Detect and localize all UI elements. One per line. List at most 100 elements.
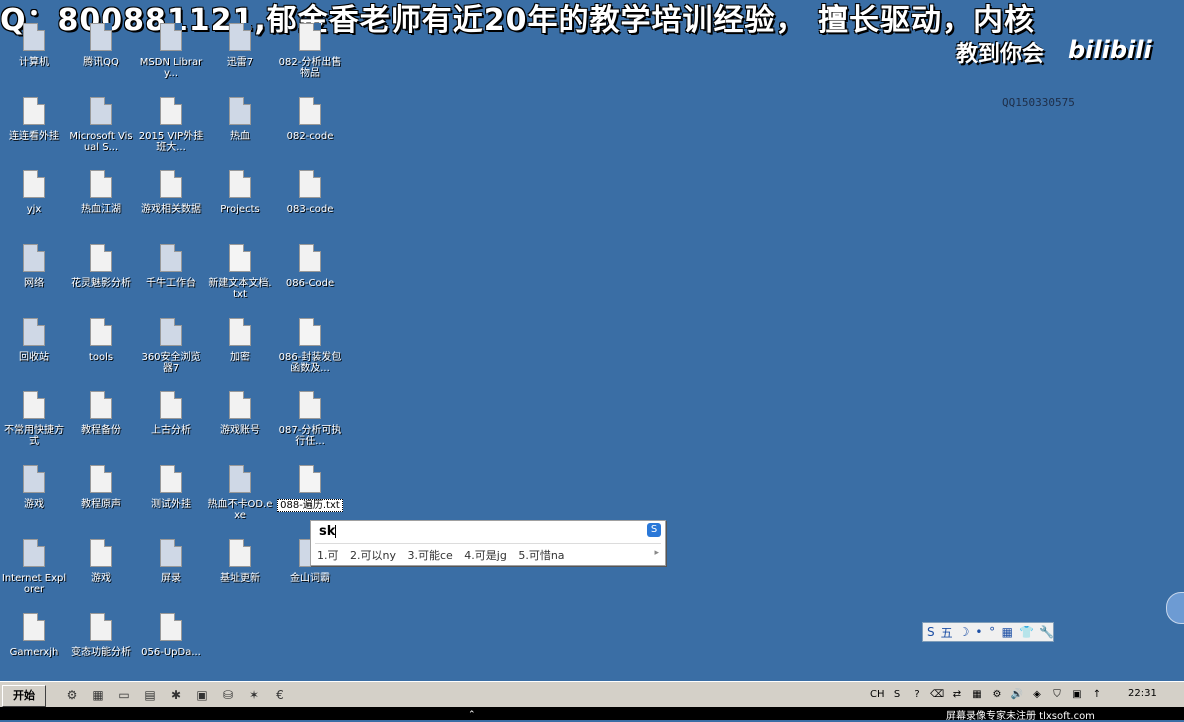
desktop-icon[interactable]: 游戏账号 [207,388,273,436]
desktop-icon-label: 086-封装发包函数及... [278,352,342,374]
desktop-icon[interactable]: 游戏 [1,462,67,510]
tray-icon[interactable]: S [890,688,904,702]
desktop-icon-label: 游戏 [91,573,111,584]
desktop-icon[interactable]: Gamerxjh [1,610,67,658]
desktop-icon[interactable]: 热血江湖 [68,167,134,215]
ime-status-item[interactable]: 👕 [1019,625,1034,639]
ime-status-item[interactable]: 五 [941,624,953,641]
folder-icon [86,465,116,497]
desktop-icon[interactable]: 082-code [277,94,343,142]
ime-candidate[interactable]: 5.可惜na [518,549,564,562]
ime-candidate[interactable]: 4.可是jg [464,549,507,562]
ime-status-item[interactable]: ° [989,625,996,639]
desktop-icon[interactable]: 连连看外挂 [1,94,67,142]
ime-status-bar[interactable]: S 五 ☽ • ° ▦ 👕 🔧 [922,622,1054,642]
folder-icon [156,170,186,202]
desktop-icon-label: 教程原声 [81,499,121,510]
folder-icon [86,613,116,645]
desktop-icon[interactable]: 基址更新 [207,536,273,584]
desktop-icon[interactable]: 不常用快捷方式 [1,388,67,447]
tray-icon[interactable]: ◈ [1030,688,1044,702]
tray-icon[interactable]: ⚙ [990,688,1004,702]
desktop-icon[interactable]: 360安全浏览器7 [138,315,204,374]
computer-icon [19,23,49,55]
desktop-icon[interactable]: 086-封装发包函数及... [277,315,343,374]
desktop-icon[interactable]: 082-分析出售物品 [277,20,343,79]
desktop-icon[interactable]: 花灵魅影分析 [68,241,134,289]
ime-status-item[interactable]: 🔧 [1039,625,1054,639]
thunder-icon [225,23,255,55]
quick-launch-icon[interactable]: ✶ [246,687,262,703]
ime-status-item[interactable]: ☽ [959,625,970,639]
desktop-icon[interactable]: yjx [1,167,67,215]
ime-composition: sk [319,524,337,539]
desktop-icon[interactable]: 迅雷7 [207,20,273,68]
desktop-icon[interactable]: 056-UpDa... [138,610,204,658]
quick-launch-icon[interactable]: ▣ [194,687,210,703]
game-icon [225,97,255,129]
tray-icon[interactable]: ↑ [1090,688,1104,702]
desktop-icon[interactable]: 变态功能分析 [68,610,134,658]
desktop-icon[interactable]: 086-Code [277,241,343,289]
desktop-icon[interactable]: 网络 [1,241,67,289]
desktop-icon[interactable]: Internet Explorer [1,536,67,595]
desktop-icon[interactable]: 游戏相关数据 [138,167,204,215]
quick-launch-icon[interactable]: ▭ [116,687,132,703]
ime-status-item[interactable]: S [927,625,935,639]
desktop-icon[interactable]: 腾讯QQ [68,20,134,68]
start-button[interactable]: 开始 [2,685,46,707]
desktop-icon[interactable]: 2015 VIP外挂班大... [138,94,204,153]
desktop-icon[interactable]: 083-code [277,167,343,215]
quick-launch-icon[interactable]: ✱ [168,687,184,703]
quick-launch-icon[interactable]: ▦ [90,687,106,703]
desktop-icon[interactable]: 游戏 [68,536,134,584]
desktop-icon[interactable]: 千牛工作台 [138,241,204,289]
tray-icon[interactable]: ⌫ [930,688,944,702]
desktop-icon[interactable]: 屏录 [138,536,204,584]
desktop-icon[interactable]: 087-分析可执行任... [277,388,343,447]
ime-status-item[interactable]: ▦ [1002,625,1013,639]
desktop-icon[interactable]: MSDN Library... [138,20,204,79]
tray-icon[interactable]: ⛉ [1050,688,1064,702]
desktop-icon[interactable]: 测试外挂 [138,462,204,510]
ime-status-item[interactable]: • [975,625,982,639]
volume-icon[interactable]: 🔊 [1010,688,1024,702]
desktop-icon[interactable]: 热血不卡OD.exe [207,462,273,521]
folder-icon [156,613,186,645]
tray-icon[interactable]: ▣ [1070,688,1084,702]
desktop-icon[interactable]: Microsoft Visual S... [68,94,134,153]
desktop-icon-label: 083-code [286,204,334,215]
game-icon [19,465,49,497]
ime-candidate[interactable]: 2.可以ny [350,549,396,562]
exe-icon [225,465,255,497]
ime-next-page-icon[interactable]: ▸ [654,548,659,558]
language-indicator[interactable]: CH [870,688,885,702]
desktop-icon[interactable]: 热血 [207,94,273,142]
desktop-icon[interactable]: tools [68,315,134,363]
quick-launch-icon[interactable]: ⛁ [220,687,236,703]
quick-launch-icon[interactable]: € [272,687,288,703]
clock[interactable]: 22:31 [1128,688,1157,699]
desktop-icon[interactable]: 新建文本文档.txt [207,241,273,300]
tray-icon[interactable]: ▦ [970,688,984,702]
desktop-icon[interactable]: 上古分析 [138,388,204,436]
desktop-icon[interactable]: 088-遍历.txt [277,462,343,512]
desktop-icon[interactable]: 教程备份 [68,388,134,436]
tray-icon[interactable]: ? [910,688,924,702]
desktop-icon-label: 游戏 [24,499,44,510]
tray-icon[interactable]: ⇄ [950,688,964,702]
ime-candidate[interactable]: 1.可 [317,549,339,562]
ime-candidate[interactable]: 3.可能ce [407,549,452,562]
desktop-icon[interactable]: 加密 [207,315,273,363]
quick-launch-icon[interactable]: ▤ [142,687,158,703]
side-widget-icon[interactable] [1166,592,1184,624]
desktop-icon[interactable]: 教程原声 [68,462,134,510]
desktop-icon[interactable]: 回收站 [1,315,67,363]
folder-icon [295,244,325,276]
folder-icon [225,391,255,423]
quick-launch-icon[interactable]: ⚙ [64,687,80,703]
ime-candidate-window[interactable]: sk S 1.可 2.可以ny 3.可能ce 4.可是jg 5.可惜na ▸ [310,520,666,566]
desktop-icon[interactable]: Projects [207,167,273,215]
desktop-icon[interactable]: 计算机 [1,20,67,68]
desktop-icon-label: 082-code [286,131,334,142]
